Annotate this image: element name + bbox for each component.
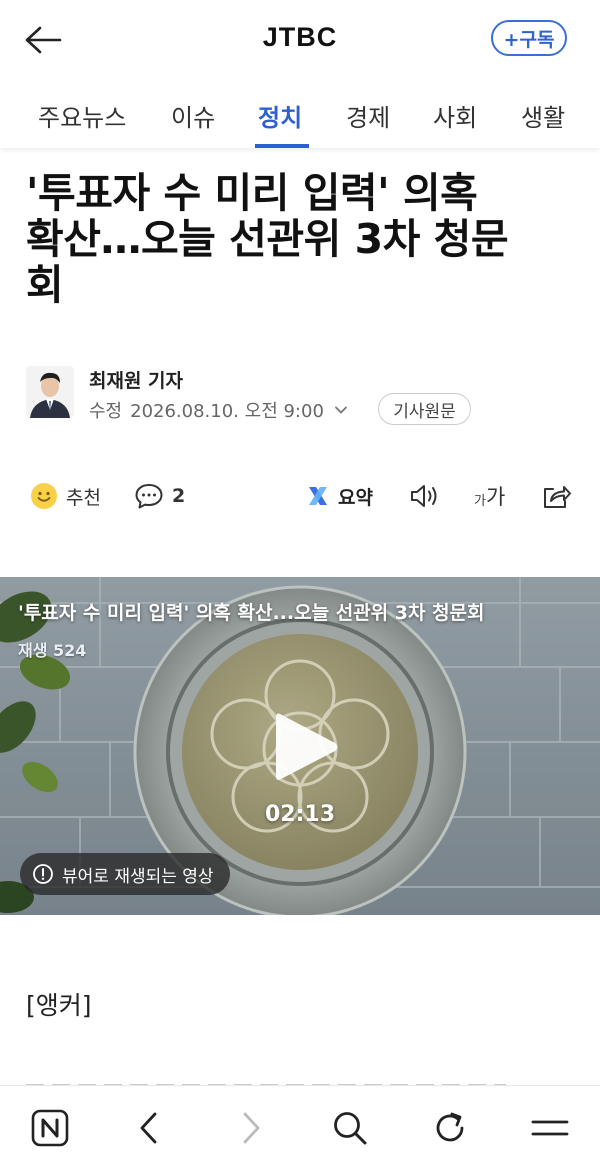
ai-summary-icon xyxy=(309,487,327,505)
headline-line: 확산…오늘 선관위 3차 청문 xyxy=(26,215,509,263)
back-nav-button[interactable] xyxy=(128,1106,172,1150)
like-label: 추천 xyxy=(66,486,101,509)
subscribe-button[interactable]: +구독 xyxy=(491,20,567,56)
headline-line: 회 xyxy=(26,261,64,309)
speech-bubble-icon xyxy=(135,484,163,509)
search-button[interactable] xyxy=(328,1106,372,1150)
tab-life[interactable]: 생활 xyxy=(521,98,565,133)
top-header: JTBC +구독 xyxy=(0,0,600,80)
share-button[interactable] xyxy=(540,478,572,514)
article-body-anchor: [앵커] xyxy=(26,991,92,1020)
forward-nav-button[interactable] xyxy=(228,1106,272,1150)
article-headline: '투표자 수 미리 입력' 의혹 확산…오늘 선관위 3차 청문 회 xyxy=(26,170,576,308)
article-meta: 수정 2026.08.10. 오전 9:00 xyxy=(89,396,348,424)
tab-politics[interactable]: 정치 xyxy=(258,98,302,133)
home-button[interactable] xyxy=(28,1106,72,1150)
font-size-small-glyph: 가 xyxy=(474,493,486,509)
video-player[interactable]: '투표자 수 미리 입력' 의혹 확산...오늘 선관위 3차 청문회 재생 5… xyxy=(0,577,600,915)
notice-text: 뷰어로 재생되는 영상 xyxy=(62,866,214,887)
reporter-avatar[interactable] xyxy=(26,366,74,418)
play-icon[interactable] xyxy=(272,708,342,786)
refresh-icon xyxy=(436,1112,464,1142)
video-title: '투표자 수 미리 입력' 의혹 확산...오늘 선관위 3차 청문회 xyxy=(18,602,485,624)
comment-count: 2 xyxy=(172,485,186,507)
tab-economy[interactable]: 경제 xyxy=(346,98,390,133)
font-size-button[interactable]: 가 가 xyxy=(474,478,505,514)
like-button[interactable]: 추천 xyxy=(30,478,101,514)
original-article-button[interactable]: 기사원문 xyxy=(378,393,471,425)
category-tabs: 주요뉴스 이슈 정치 경제 사회 생활 xyxy=(0,80,600,148)
headline-line: '투표자 수 미리 입력' 의혹 xyxy=(26,169,478,217)
read-aloud-button[interactable] xyxy=(409,478,441,514)
active-tab-indicator xyxy=(255,144,309,148)
article-datetime: 2026.08.10. 오전 9:00 xyxy=(130,401,324,422)
modified-label: 수정 xyxy=(89,401,123,422)
browser-toolbar xyxy=(0,1085,600,1169)
font-size-large-glyph: 가 xyxy=(485,485,506,509)
summary-label: 요약 xyxy=(338,486,373,509)
tab-society[interactable]: 사회 xyxy=(433,98,477,133)
naver-n-icon xyxy=(31,1109,69,1147)
viewer-playback-notice: 뷰어로 재생되는 영상 xyxy=(20,853,230,895)
menu-icon xyxy=(531,1120,569,1136)
speaker-icon xyxy=(411,485,437,507)
chevron-right-icon xyxy=(243,1112,260,1144)
info-icon xyxy=(33,864,53,884)
chevron-left-icon xyxy=(140,1112,157,1144)
chevron-down-icon[interactable] xyxy=(334,403,348,417)
tab-main-news[interactable]: 주요뉴스 xyxy=(38,98,126,133)
comment-button[interactable]: 2 xyxy=(134,478,185,514)
video-view-count: 재생 524 xyxy=(18,641,87,660)
menu-button[interactable] xyxy=(528,1106,572,1150)
share-icon xyxy=(544,486,571,508)
smiley-icon xyxy=(31,483,57,509)
summary-button[interactable]: 요약 xyxy=(306,478,373,514)
refresh-button[interactable] xyxy=(428,1106,472,1150)
search-icon xyxy=(334,1112,367,1145)
reporter-name[interactable]: 최재원 기자 xyxy=(89,366,183,393)
tab-issue[interactable]: 이슈 xyxy=(171,98,215,133)
video-duration: 02:13 xyxy=(264,802,336,827)
